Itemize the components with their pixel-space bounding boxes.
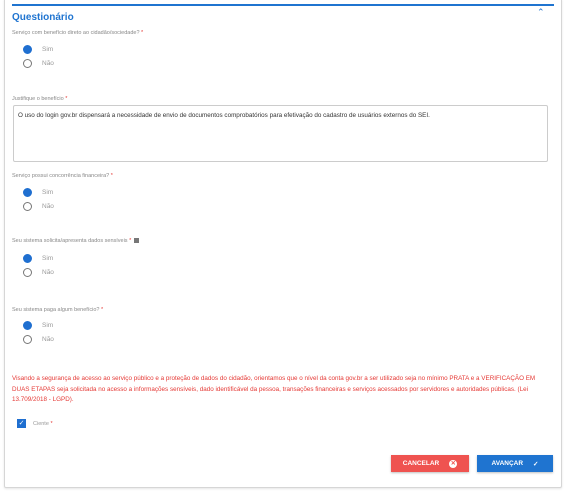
q1-radio-sim[interactable]: Sim — [23, 45, 53, 54]
q3-radio-sim[interactable]: Sim — [23, 254, 53, 263]
q1-radio-nao[interactable]: Não — [23, 59, 54, 68]
ciente-checkbox[interactable]: ✓ — [17, 419, 26, 428]
lgpd-warning: Visando a segurança de acesso ao serviço… — [12, 375, 536, 403]
cancel-button[interactable]: CANCELAR ✕ — [391, 455, 469, 472]
ciente-label: Ciente * — [33, 421, 53, 427]
questionnaire-card — [4, 0, 562, 488]
chevron-up-icon[interactable]: ⌃ — [537, 7, 545, 18]
section-title: Questionário — [12, 12, 74, 23]
check-icon: ✓ — [533, 460, 539, 468]
justify-label: Justifique o benefício * — [12, 96, 68, 102]
radio-unchecked-icon — [23, 59, 32, 68]
q4-radio-sim[interactable]: Sim — [23, 321, 53, 330]
q3-radio-nao[interactable]: Não — [23, 268, 54, 277]
radio-unchecked-icon — [23, 202, 32, 211]
top-accent-line — [12, 4, 554, 6]
radio-checked-icon — [23, 254, 32, 263]
close-circle-icon: ✕ — [449, 459, 458, 468]
radio-checked-icon — [23, 188, 32, 197]
q4-radio-nao[interactable]: Não — [23, 335, 54, 344]
q2-radio-sim[interactable]: Sim — [23, 188, 53, 197]
question-3-label: Seu sistema solicita/apresenta dados sen… — [12, 238, 140, 244]
question-4-label: Seu sistema paga algum benefício? * — [12, 307, 104, 313]
radio-unchecked-icon — [23, 335, 32, 344]
radio-unchecked-icon — [23, 268, 32, 277]
advance-button[interactable]: AVANÇAR ✓ — [477, 455, 553, 472]
q2-radio-nao[interactable]: Não — [23, 202, 54, 211]
question-2-label: Serviço possui concorrência financeira? … — [12, 173, 113, 179]
radio-checked-icon — [23, 45, 32, 54]
radio-checked-icon — [23, 321, 32, 330]
check-icon: ✓ — [18, 420, 25, 427]
question-1-label: Serviço com benefício direto ao cidadão/… — [12, 30, 144, 36]
info-icon[interactable] — [134, 238, 140, 244]
justify-textarea[interactable]: O uso do login gov.br dispensará a neces… — [13, 105, 548, 162]
